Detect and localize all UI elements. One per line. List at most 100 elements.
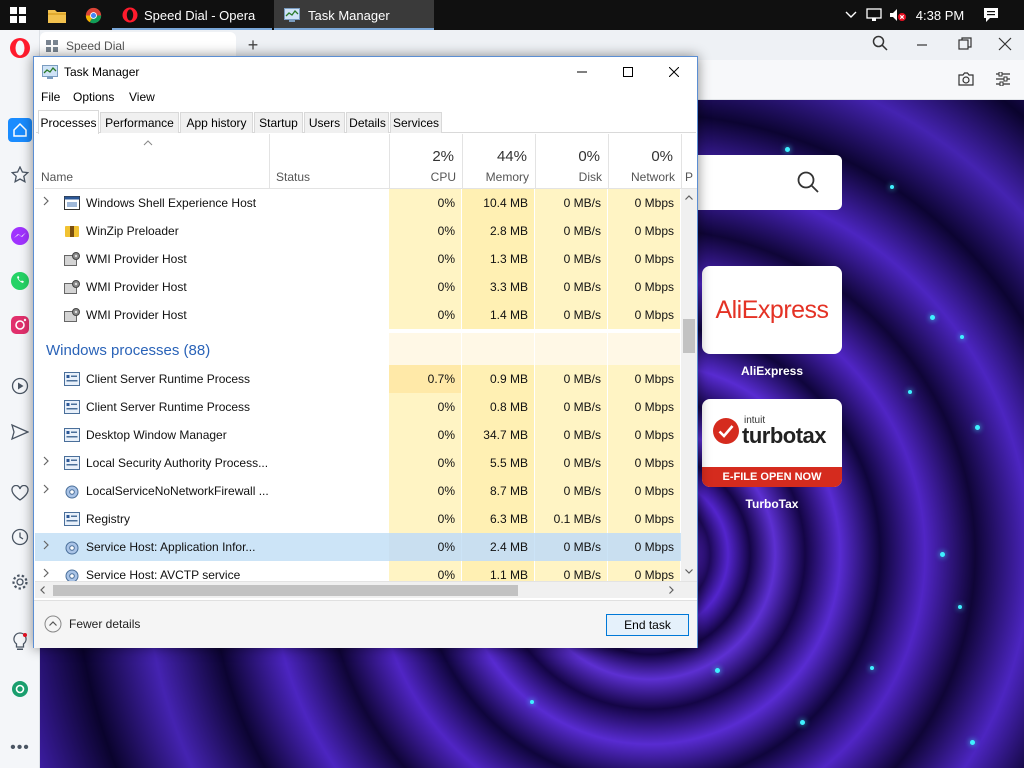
windows-logo-icon [10, 7, 26, 23]
process-row[interactable]: Local Security Authority Process... 0% 5.5… [35, 449, 681, 477]
title-bar[interactable]: Task Manager [34, 57, 697, 87]
taskbar-task-task-manager[interactable]: Task Manager [274, 0, 434, 30]
process-row[interactable]: WMI Provider Host 0% 3.3 MB 0 MB/s 0 Mbps [35, 273, 681, 301]
menu-view[interactable]: View [129, 90, 155, 104]
scroll-up-arrow-icon[interactable] [685, 195, 693, 200]
group-header-windows-processes[interactable]: Windows processes (88) [35, 333, 681, 369]
speed-dial-tile-label[interactable]: TurboTax [702, 497, 842, 511]
sidebar-item-whatsapp[interactable] [8, 269, 32, 293]
process-row[interactable]: WMI Provider Host 0% 1.3 MB 0 MB/s 0 Mbps [35, 245, 681, 273]
sidebar-item-tips[interactable] [8, 630, 32, 654]
column-header-network[interactable]: 0% Network [608, 134, 681, 189]
process-row[interactable]: Registry 0% 6.3 MB 0.1 MB/s 0 Mbps [35, 505, 681, 533]
more-options-icon[interactable]: ••• [8, 736, 32, 760]
process-row[interactable]: Service Host: Application Infor... 0% 2.4 … [35, 533, 681, 561]
action-center-button[interactable] [976, 0, 1006, 30]
new-tab-button[interactable]: + [242, 34, 264, 56]
maximize-button[interactable] [605, 57, 651, 87]
opera-menu-button[interactable] [8, 36, 32, 60]
expand-chevron-icon[interactable] [43, 539, 49, 553]
horizontal-scrollbar[interactable] [35, 581, 697, 598]
opera-minimize-button[interactable] [916, 36, 936, 54]
opera-close-button[interactable] [998, 37, 1012, 54]
sidebar-item-aria[interactable] [8, 677, 32, 701]
process-cpu-value: 0% [437, 308, 455, 322]
tab-processes[interactable]: Processes [38, 110, 99, 134]
process-row[interactable]: WMI Provider Host 0% 1.4 MB 0 MB/s 0 Mbps [35, 301, 681, 329]
scroll-down-arrow-icon[interactable] [685, 569, 693, 574]
chrome-taskbar-button[interactable] [76, 0, 110, 30]
process-cpu-value: 0% [437, 484, 455, 498]
horizontal-scroll-thumb[interactable] [53, 585, 518, 596]
column-label: Memory [485, 170, 529, 184]
minimize-button[interactable] [559, 57, 605, 87]
column-header-memory[interactable]: 44% Memory [462, 134, 535, 189]
process-row[interactable]: LocalServiceNoNetworkFirewall ... 0% 8.7 M… [35, 477, 681, 505]
tab-services[interactable]: Services [390, 112, 442, 133]
restore-icon [958, 37, 972, 50]
sidebar-item-player[interactable] [8, 374, 32, 398]
process-row[interactable]: Desktop Window Manager 0% 34.7 MB 0 MB/s 0 M… [35, 421, 681, 449]
speed-dial-tile-aliexpress[interactable]: AliExpress [702, 266, 842, 354]
expand-chevron-icon[interactable] [43, 483, 49, 497]
home-icon [13, 122, 27, 137]
sidebar-item-history[interactable] [8, 525, 32, 549]
sidebar-item-pinboards[interactable] [8, 163, 32, 187]
vertical-scroll-thumb[interactable] [683, 319, 695, 353]
menu-file[interactable]: File [41, 90, 60, 104]
scroll-left-arrow-icon[interactable] [40, 586, 45, 594]
process-disk-value: 0 MB/s [563, 484, 601, 498]
sidebar-item-send[interactable] [8, 420, 32, 444]
sidebar-item-settings[interactable] [8, 570, 32, 594]
tab-details[interactable]: Details [346, 112, 389, 133]
file-explorer-taskbar-button[interactable] [40, 0, 74, 30]
minimize-icon [917, 44, 927, 46]
speed-dial-search-box[interactable] [690, 155, 842, 210]
expand-chevron-icon[interactable] [43, 455, 49, 469]
process-network-value: 0 Mbps [634, 372, 674, 386]
speed-dial-tile-turbotax[interactable]: intuit turbotax E-FILE OPEN NOW [702, 399, 842, 487]
fewer-details-button[interactable]: Fewer details [44, 615, 140, 633]
speed-dial-tile-label[interactable]: AliExpress [702, 364, 842, 378]
process-row[interactable]: WinZip Preloader 0% 2.8 MB 0 MB/s 0 Mbps [35, 217, 681, 245]
tab-performance[interactable]: Performance [100, 112, 179, 133]
close-button[interactable] [651, 57, 697, 87]
tab-startup[interactable]: Startup [254, 112, 303, 133]
column-header-disk[interactable]: 0% Disk [535, 134, 608, 189]
tab-users[interactable]: Users [304, 112, 345, 133]
column-header-power[interactable]: P [681, 134, 697, 189]
easy-setup-button[interactable] [995, 71, 1011, 89]
vertical-scrollbar[interactable] [681, 189, 697, 581]
process-row[interactable]: Service Host: AVCTP service 0% 1.1 MB 0 MB/… [35, 561, 681, 581]
volume-tray-button[interactable] [886, 0, 910, 30]
menu-options[interactable]: Options [73, 90, 114, 104]
end-task-button[interactable]: End task [606, 614, 689, 636]
tab-app-history[interactable]: App history [180, 112, 253, 133]
opera-restore-button[interactable] [958, 37, 972, 54]
column-header-cpu[interactable]: 2% CPU [389, 134, 462, 189]
clock[interactable]: 4:38 PM [910, 0, 970, 30]
process-row[interactable]: Client Server Runtime Process 0.7% 0.9 MB 0… [35, 365, 681, 393]
process-row[interactable]: Windows Shell Experience Host 0% 10.4 MB 0 … [35, 189, 681, 217]
column-label: Disk [578, 170, 602, 184]
expand-chevron-icon[interactable] [43, 567, 49, 581]
start-button[interactable] [0, 0, 36, 30]
fewer-details-label: Fewer details [69, 617, 141, 631]
show-hidden-icons-button[interactable] [840, 0, 862, 30]
sidebar-item-instagram[interactable] [8, 313, 32, 337]
sidebar-item-home[interactable] [8, 118, 32, 142]
taskbar-task-opera[interactable]: Speed Dial - Opera [112, 0, 272, 30]
process-row[interactable]: Client Server Runtime Process 0% 0.8 MB 0 M… [35, 393, 681, 421]
snapshot-button[interactable] [958, 72, 974, 89]
expand-chevron-icon[interactable] [43, 195, 49, 209]
sidebar-item-favorites[interactable] [8, 481, 32, 505]
column-header-name[interactable]: Name [35, 134, 269, 189]
scroll-right-arrow-icon[interactable] [669, 586, 674, 594]
process-name: Windows Shell Experience Host [86, 196, 257, 210]
sidebar-item-messenger[interactable] [8, 224, 32, 248]
column-header-status[interactable]: Status [269, 134, 389, 189]
network-tray-button[interactable] [862, 0, 886, 30]
tab-search-button[interactable] [872, 35, 888, 54]
process-name: Service Host: Application Infor... [86, 540, 256, 554]
background-dot [800, 720, 805, 725]
